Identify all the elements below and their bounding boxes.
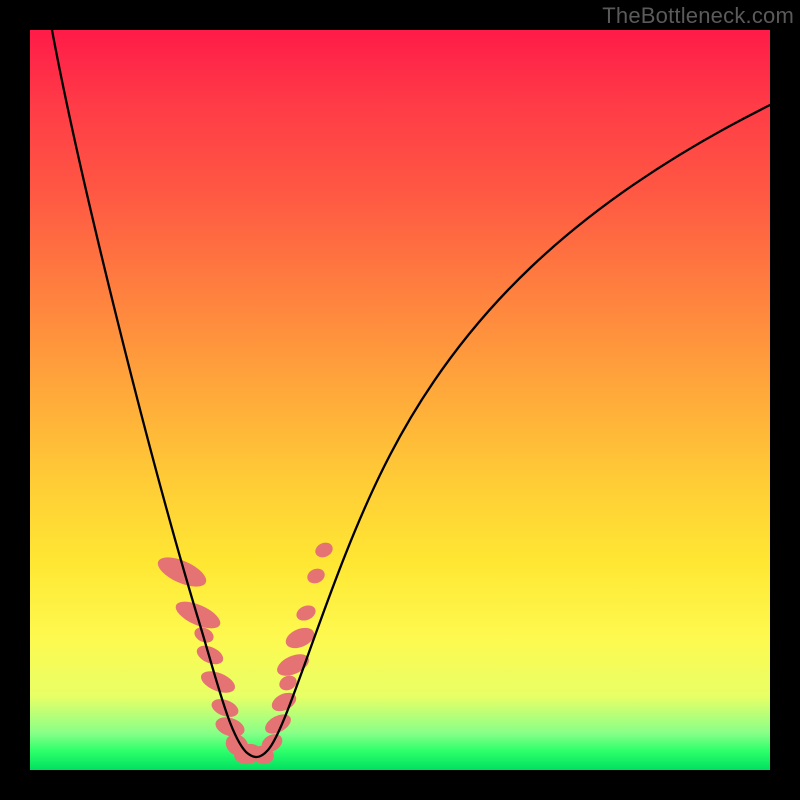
marker-lobe — [283, 624, 318, 652]
watermark-text: TheBottleneck.com — [602, 3, 794, 29]
marker-lobe — [305, 566, 327, 586]
marker-lobe — [198, 667, 238, 697]
plot-area — [30, 30, 770, 770]
bottleneck-curve — [52, 30, 770, 757]
chart-frame: TheBottleneck.com — [0, 0, 800, 800]
marker-lobe — [154, 551, 210, 592]
marker-lobe — [294, 603, 318, 624]
marker-lobe — [313, 540, 335, 560]
marker-lobe — [274, 650, 312, 680]
chart-svg — [30, 30, 770, 770]
